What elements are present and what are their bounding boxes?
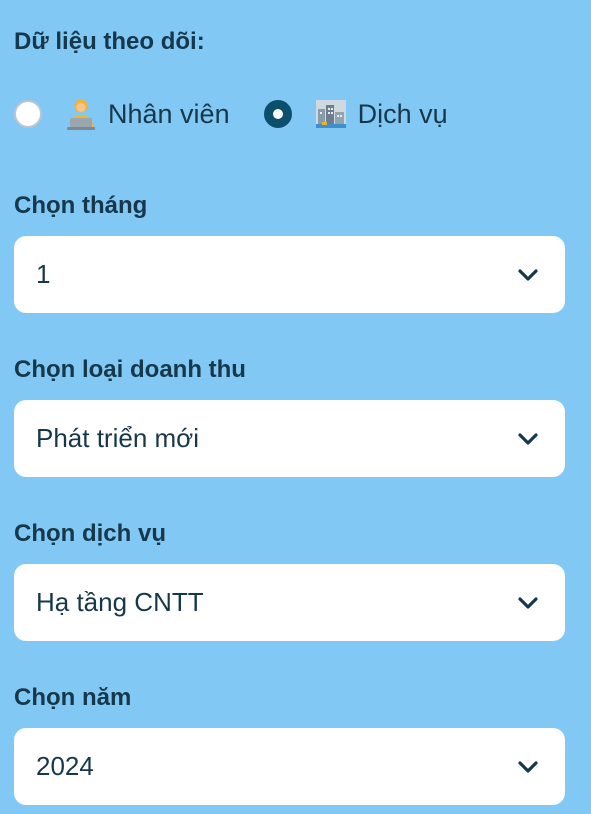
chevron-down-icon [518,760,538,773]
month-select-value: 1 [36,259,51,289]
tracking-radio-group: Nhân viên Dịch vụ [14,92,482,136]
year-label: Chọn năm [14,684,132,711]
radio-service[interactable] [263,100,292,128]
radio-employee[interactable] [14,100,42,128]
tracking-label: Dữ liệu theo dõi: [14,28,205,55]
service-label: Chọn dịch vụ [14,520,166,547]
service-select-value: Hạ tầng CNTT [36,587,204,617]
month-label: Chọn tháng [14,192,148,219]
revenue-type-select[interactable]: Phát triển mới [14,400,565,477]
office-worker-icon [64,97,98,131]
chevron-down-icon [518,596,538,609]
year-select[interactable]: 2024 [14,728,565,805]
radio-employee-label: Nhân viên [108,98,230,129]
revenue-type-select-value: Phát triển mới [36,423,199,453]
revenue-type-label: Chọn loại doanh thu [14,356,246,383]
cityscape-icon [314,97,348,131]
radio-service-label: Dịch vụ [357,98,448,129]
radio-option-employee[interactable]: Nhân viên [14,97,230,131]
chevron-down-icon [518,268,538,281]
radio-option-service[interactable]: Dịch vụ [263,97,448,131]
service-select[interactable]: Hạ tầng CNTT [14,564,565,641]
year-select-value: 2024 [36,751,94,781]
chevron-down-icon [518,432,538,445]
month-select[interactable]: 1 [14,236,565,313]
